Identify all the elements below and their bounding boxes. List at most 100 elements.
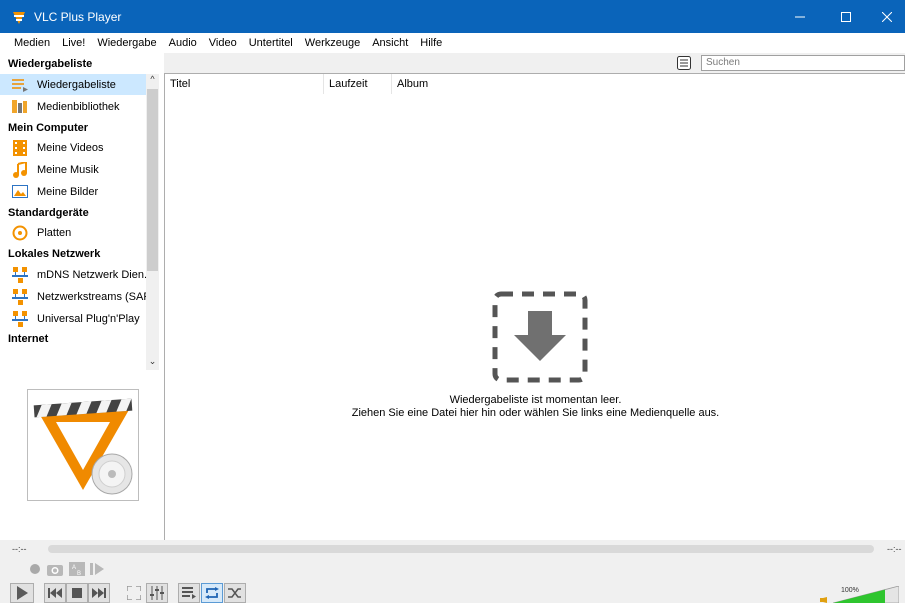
window-title: VLC Plus Player bbox=[34, 9, 122, 24]
elapsed-time[interactable]: --:-- bbox=[12, 544, 27, 554]
sidebar-item-label: Platten bbox=[37, 226, 72, 239]
maximize-icon bbox=[841, 11, 851, 22]
loop-ab-icon: AB bbox=[69, 562, 85, 576]
sidebar-item-label: Meine Musik bbox=[37, 163, 99, 176]
media-library-icon bbox=[12, 99, 28, 115]
list-view-icon bbox=[677, 56, 691, 70]
play-button[interactable] bbox=[10, 583, 34, 603]
shuffle-icon bbox=[228, 588, 241, 598]
record-button[interactable] bbox=[24, 559, 46, 579]
volume-slider[interactable] bbox=[833, 586, 899, 603]
empty-playlist-hint: Ziehen Sie eine Datei hier hin oder wähl… bbox=[351, 407, 720, 419]
sidebar-item-music[interactable]: Meine Musik bbox=[0, 159, 146, 180]
column-header-album[interactable]: Album bbox=[392, 74, 472, 94]
loop-button[interactable] bbox=[201, 583, 223, 603]
playlist-toggle-icon bbox=[182, 587, 196, 599]
disc-icon bbox=[12, 225, 28, 241]
equalizer-icon bbox=[150, 586, 164, 600]
menu-wiedergabe[interactable]: Wiedergabe bbox=[91, 37, 162, 49]
speaker-icon[interactable] bbox=[820, 597, 830, 603]
skip-previous-icon bbox=[48, 588, 62, 598]
sidebar-item-label: Netzwerkstreams (SAP) bbox=[37, 290, 146, 303]
maximize-button[interactable] bbox=[823, 0, 869, 33]
playlist-view-button[interactable] bbox=[677, 56, 691, 70]
menu-ansicht[interactable]: Ansicht bbox=[366, 37, 414, 49]
toggle-playlist-button[interactable] bbox=[178, 583, 200, 603]
sidebar-item-sap[interactable]: Netzwerkstreams (SAP) bbox=[0, 286, 146, 307]
next-button[interactable] bbox=[88, 583, 110, 603]
extended-settings-button[interactable] bbox=[146, 583, 168, 603]
menu-medien[interactable]: Medien bbox=[8, 37, 56, 49]
scrollbar-thumb[interactable] bbox=[147, 89, 158, 271]
album-art bbox=[27, 389, 139, 501]
minimize-icon bbox=[795, 16, 805, 17]
svg-text:A: A bbox=[72, 565, 76, 571]
menu-live[interactable]: Live! bbox=[56, 37, 91, 49]
network-icon bbox=[12, 288, 28, 305]
sidebar-item-playlist[interactable]: Wiedergabeliste bbox=[0, 74, 146, 95]
network-icon bbox=[12, 266, 28, 283]
scroll-up-arrow[interactable]: ^ bbox=[146, 74, 159, 88]
record-icon bbox=[30, 564, 40, 574]
sidebar-item-pictures[interactable]: Meine Bilder bbox=[0, 181, 146, 202]
stop-button[interactable] bbox=[66, 583, 88, 603]
minimize-button[interactable] bbox=[777, 0, 823, 33]
snapshot-button[interactable] bbox=[44, 559, 66, 579]
menu-hilfe[interactable]: Hilfe bbox=[414, 37, 448, 49]
network-icon bbox=[12, 310, 28, 327]
frame-step-icon bbox=[90, 563, 104, 575]
sidebar-item-label: mDNS Netzwerk Dien... bbox=[37, 268, 146, 281]
playlist-icon bbox=[12, 77, 28, 93]
playlist-view[interactable]: Titel Laufzeit Album Wiedergabeliste ist… bbox=[164, 73, 905, 540]
camera-icon bbox=[47, 564, 63, 576]
fullscreen-icon bbox=[127, 586, 141, 600]
shuffle-button[interactable] bbox=[224, 583, 246, 603]
category-internet[interactable]: Internet bbox=[8, 333, 48, 345]
sidebar-header: Wiedergabeliste bbox=[8, 58, 93, 70]
film-icon bbox=[12, 139, 28, 156]
sidebar-item-mdns[interactable]: mDNS Netzwerk Dien... bbox=[0, 264, 146, 285]
menu-video[interactable]: Video bbox=[203, 37, 243, 49]
sidebar-item-label: Wiedergabeliste bbox=[37, 78, 116, 91]
sidebar-item-upnp[interactable]: Universal Plug'n'Play bbox=[0, 308, 146, 329]
loop-icon bbox=[205, 587, 219, 599]
loop-ab-button[interactable]: AB bbox=[66, 559, 88, 579]
sidebar-item-label: Medienbibliothek bbox=[37, 100, 120, 113]
vlc-cone-icon bbox=[13, 11, 25, 24]
close-icon bbox=[882, 11, 892, 22]
close-button[interactable] bbox=[869, 0, 905, 33]
vlc-cone-logo bbox=[33, 398, 133, 495]
sidebar-item-discs[interactable]: Platten bbox=[0, 222, 146, 243]
total-time[interactable]: --:-- bbox=[887, 544, 902, 554]
scroll-down-arrow[interactable]: ⌄ bbox=[146, 356, 159, 370]
drop-zone-icon bbox=[492, 291, 588, 383]
sidebar-item-label: Meine Bilder bbox=[37, 185, 99, 198]
column-header-duration[interactable]: Laufzeit bbox=[324, 74, 392, 94]
category-mein-computer: Mein Computer bbox=[8, 122, 89, 134]
column-header-title[interactable]: Titel bbox=[165, 74, 324, 94]
menu-audio[interactable]: Audio bbox=[163, 37, 203, 49]
stop-icon bbox=[72, 588, 82, 598]
picture-icon bbox=[12, 184, 28, 200]
playlist-toolbar: Suchen bbox=[164, 53, 905, 73]
sidebar-tree: Wiedergabeliste Medienbibliothek Mein Co… bbox=[0, 74, 146, 370]
frame-step-button[interactable] bbox=[86, 559, 108, 579]
search-input[interactable]: Suchen bbox=[701, 55, 905, 71]
sidebar: Wiedergabeliste Wiedergabeliste Medienbi… bbox=[0, 53, 164, 540]
sidebar-item-videos[interactable]: Meine Videos bbox=[0, 137, 146, 158]
empty-playlist-message: Wiedergabeliste ist momentan leer. bbox=[449, 394, 622, 406]
vlc-window: VLC Plus Player Medien Live! Wiedergabe … bbox=[0, 0, 905, 603]
menu-untertitel[interactable]: Untertitel bbox=[243, 37, 299, 49]
play-icon bbox=[17, 586, 28, 600]
menu-werkzeuge[interactable]: Werkzeuge bbox=[299, 37, 366, 49]
fullscreen-button[interactable] bbox=[123, 583, 145, 603]
previous-button[interactable] bbox=[44, 583, 66, 603]
svg-text:B: B bbox=[77, 571, 81, 576]
menu-bar: Medien Live! Wiedergabe Audio Video Unte… bbox=[0, 33, 905, 53]
sidebar-item-label: Universal Plug'n'Play bbox=[37, 312, 140, 325]
sidebar-item-label: Meine Videos bbox=[37, 141, 104, 154]
sidebar-scrollbar[interactable]: ^ ⌄ bbox=[146, 74, 159, 370]
seek-slider[interactable] bbox=[48, 545, 874, 553]
sidebar-item-media-library[interactable]: Medienbibliothek bbox=[0, 96, 146, 117]
skip-next-icon bbox=[92, 588, 106, 598]
